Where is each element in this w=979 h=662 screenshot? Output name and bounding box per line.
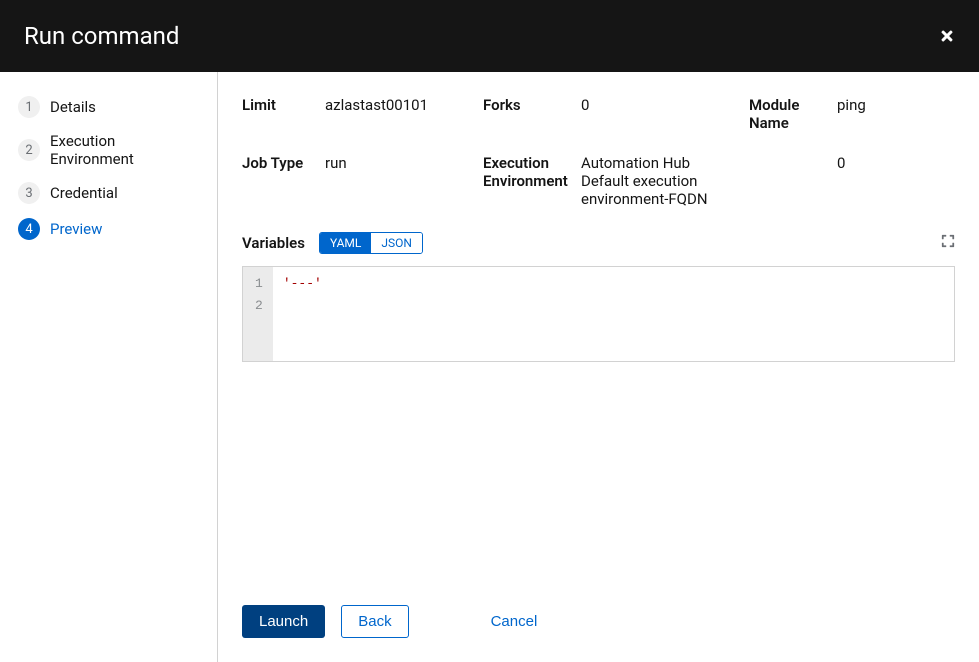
exec-env-value: Automation Hub Default execution environ… [581, 154, 741, 208]
wizard-step-execution-environment[interactable]: 2 Execution Environment [18, 132, 201, 168]
wizard-step-preview[interactable]: 4 Preview [18, 218, 201, 240]
step-label: Preview [50, 220, 102, 238]
variables-editor[interactable]: 1 2 '---' [242, 266, 955, 362]
variables-row: Variables YAML JSON [242, 232, 955, 254]
back-button[interactable]: Back [341, 605, 408, 638]
expand-button[interactable] [941, 234, 955, 252]
toggle-yaml[interactable]: YAML [320, 233, 371, 253]
job-type-value: run [325, 154, 475, 172]
forks-value: 0 [581, 96, 741, 114]
variables-label: Variables [242, 234, 305, 252]
launch-button[interactable]: Launch [242, 605, 325, 638]
main-content: Limit azlastast00101 Forks 0 Module Name… [218, 72, 979, 662]
extra-value: 0 [837, 154, 955, 172]
details-grid: Limit azlastast00101 Forks 0 Module Name… [242, 96, 955, 208]
limit-label: Limit [242, 96, 317, 114]
modal-body: 1 Details 2 Execution Environment 3 Cred… [0, 72, 979, 662]
wizard-footer: Launch Back Cancel [242, 597, 955, 638]
step-number: 2 [18, 139, 40, 161]
step-number: 4 [18, 218, 40, 240]
toggle-json[interactable]: JSON [371, 233, 422, 253]
module-name-label: Module Name [749, 96, 829, 132]
line-number: 2 [255, 295, 263, 317]
job-type-label: Job Type [242, 154, 317, 172]
close-icon [939, 28, 955, 44]
modal-title: Run command [24, 22, 179, 50]
exec-env-label: Execution Environment [483, 154, 573, 190]
step-number: 1 [18, 96, 40, 118]
cancel-button[interactable]: Cancel [475, 606, 554, 637]
wizard-step-details[interactable]: 1 Details [18, 96, 201, 118]
close-button[interactable] [939, 28, 955, 44]
modal-header: Run command [0, 0, 979, 72]
editor-gutter: 1 2 [243, 267, 273, 361]
step-label: Details [50, 98, 96, 116]
expand-icon [941, 234, 955, 248]
step-label: Execution Environment [50, 132, 201, 168]
editor-content[interactable]: '---' [273, 267, 954, 361]
format-toggle: YAML JSON [319, 232, 423, 254]
limit-value: azlastast00101 [325, 96, 475, 114]
step-number: 3 [18, 182, 40, 204]
module-name-value: ping [837, 96, 955, 114]
code-line: '---' [283, 273, 944, 295]
wizard-step-credential[interactable]: 3 Credential [18, 182, 201, 204]
step-label: Credential [50, 184, 118, 202]
wizard-sidebar: 1 Details 2 Execution Environment 3 Cred… [0, 72, 218, 662]
forks-label: Forks [483, 96, 573, 114]
line-number: 1 [255, 273, 263, 295]
